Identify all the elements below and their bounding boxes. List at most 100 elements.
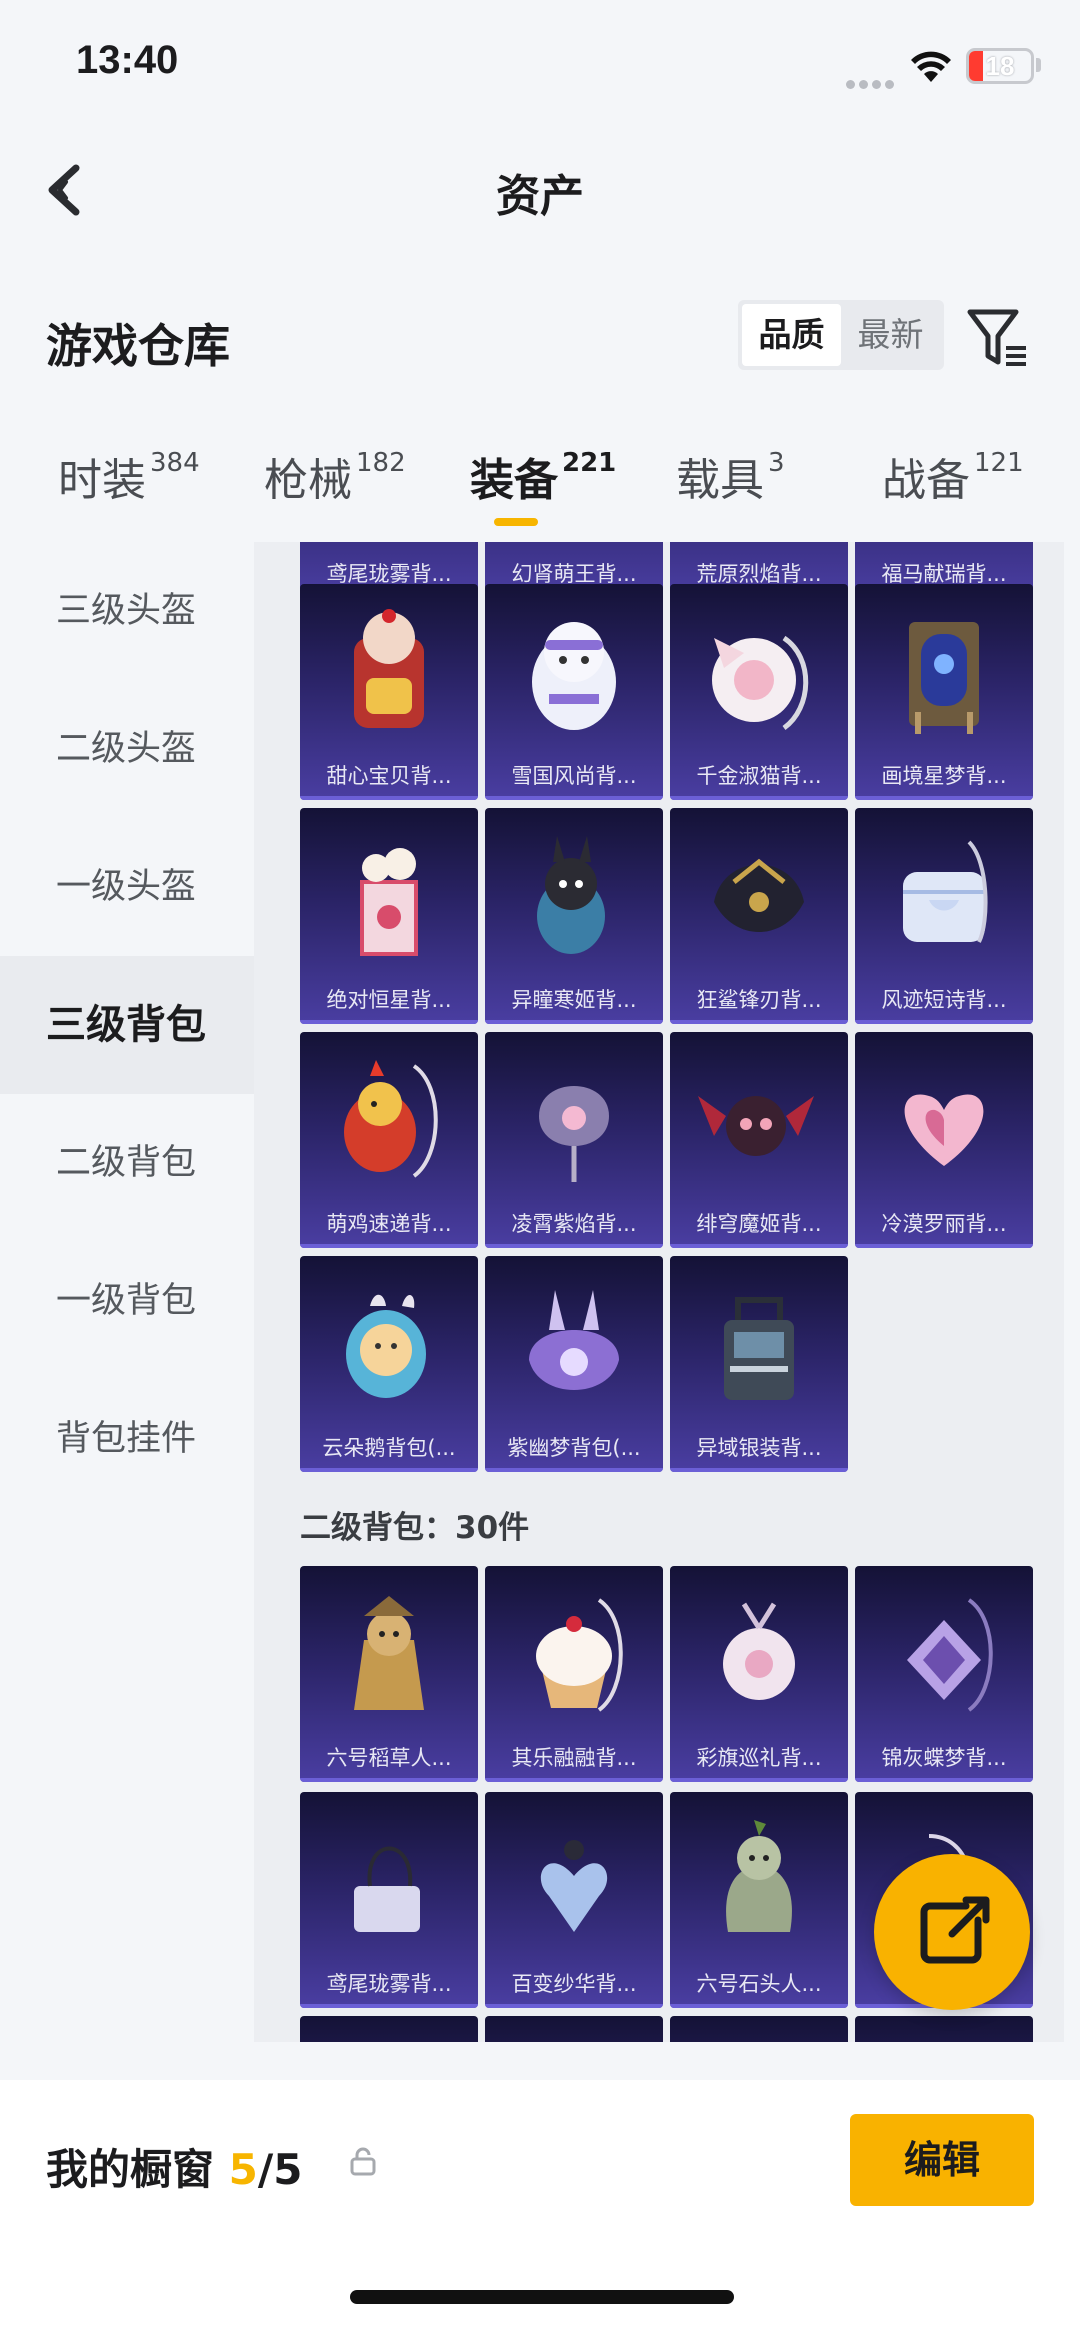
tab-label: 战备 [882, 455, 970, 506]
item-card[interactable]: 千金淑猫背... [670, 584, 848, 800]
item-card[interactable]: 异瞳寒姬背... [485, 808, 663, 1024]
item-card[interactable]: 云朵鹅背包(... [300, 1256, 478, 1472]
item-card[interactable]: 凌霄紫焰背... [485, 1032, 663, 1248]
backpack-image [354, 1596, 424, 1710]
item-name: 百变纱华背... [511, 1972, 637, 1996]
item-card[interactable]: 异域银装背... [670, 1256, 848, 1472]
item-card[interactable]: 六号石头人... [670, 1792, 848, 2008]
item-name: 异瞳寒姬背... [511, 988, 637, 1012]
item-name: 萌鸡速递背... [326, 1212, 452, 1236]
warehouse-title: 游戏仓库 [46, 319, 230, 373]
item-card[interactable]: 绯穹魔姬背... [670, 1032, 848, 1248]
tab-count: 182 [356, 448, 406, 478]
item-name: 风迹短诗背... [881, 988, 1007, 1012]
signal-icon [846, 74, 906, 89]
active-tab-indicator [494, 518, 538, 526]
backpack-image [539, 1086, 609, 1182]
item-card[interactable] [300, 2016, 478, 2042]
backpack-image [537, 836, 605, 954]
item-card[interactable]: 绝对恒星背... [300, 808, 478, 1024]
page-title: 资产 [496, 171, 584, 222]
tab-count: 221 [562, 448, 617, 478]
backpack-image [529, 1290, 619, 1390]
sidebar-item-helmet-l3[interactable]: 三级头盔 [0, 542, 254, 680]
tab-count: 3 [768, 448, 785, 478]
item-card[interactable]: 甜心宝贝背... [300, 584, 478, 800]
backpack-image [698, 1096, 814, 1156]
item-card[interactable]: 风迹短诗背... [855, 808, 1033, 1024]
item-card[interactable]: 萌鸡速递背... [300, 1032, 478, 1248]
item-card[interactable]: 冷漠罗丽背... [855, 1032, 1033, 1248]
sidebar-item-backpack-l1[interactable]: 一级背包 [0, 1232, 254, 1370]
sidebar-item-backpack-l3[interactable]: 三级背包 [0, 956, 254, 1094]
backpack-image [540, 1840, 608, 1932]
item-card[interactable]: 其乐融融背... [485, 1566, 663, 1782]
item-name: 紫幽梦背包(... [507, 1436, 641, 1460]
section-label-level2: 二级背包：30件 [300, 1510, 530, 1546]
category-tabs: 时装 384 枪械 182 装备 221 载具 3 战备 121 [0, 430, 1080, 542]
item-name: 冷漠罗丽背... [881, 1212, 1007, 1236]
battery-icon: 18 [966, 48, 1034, 84]
sidebar-item-helmet-l1[interactable]: 一级头盔 [0, 818, 254, 956]
item-card[interactable]: 彩旗巡礼背... [670, 1566, 848, 1782]
backpack-image [346, 1294, 426, 1398]
item-card[interactable]: 狂鲨锋刃背... [670, 808, 848, 1024]
backpack-image [904, 1094, 984, 1166]
item-card[interactable] [485, 2016, 663, 2042]
item-card[interactable]: 六号稻草人... [300, 1566, 478, 1782]
nav-header: 资产 [0, 130, 1080, 250]
showcase-current: 5 [228, 2145, 258, 2194]
warehouse-header: 游戏仓库 品质 最新 [0, 280, 1080, 390]
share-icon [920, 1896, 990, 1964]
item-card[interactable] [855, 2016, 1033, 2042]
item-name: 绝对恒星背... [326, 988, 452, 1012]
tab-label: 装备 [470, 455, 558, 506]
tab-label: 时装 [58, 455, 146, 506]
sort-quality-option[interactable]: 品质 [742, 304, 841, 366]
item-card[interactable]: 锦灰蝶梦背... [855, 1566, 1033, 1782]
sidebar-item-helmet-l2[interactable]: 二级头盔 [0, 680, 254, 818]
edit-button[interactable]: 编辑 [850, 2114, 1034, 2206]
sidebar-item-backpack-l2[interactable]: 二级背包 [0, 1094, 254, 1232]
filter-icon[interactable] [966, 306, 1030, 370]
sidebar-item-backpack-charm[interactable]: 背包挂件 [0, 1370, 254, 1508]
battery-level: 18 [985, 51, 1015, 81]
item-name: 六号石头人... [696, 1972, 822, 1996]
sidebar: 三级头盔 二级头盔 一级头盔 三级背包 二级背包 一级背包 背包挂件 [0, 542, 254, 2042]
item-name: 鸢尾珑雾背... [326, 1972, 452, 1996]
item-card[interactable]: 雪国风尚背... [485, 584, 663, 800]
tab-vehicles[interactable]: 载具 3 [676, 444, 785, 508]
item-name: 狂鲨锋刃背... [696, 988, 822, 1012]
status-bar: 13:40 18 [0, 0, 1080, 130]
tab-fashion[interactable]: 时装 384 [58, 444, 200, 508]
share-button[interactable] [874, 1854, 1030, 2010]
backpack-image [907, 1598, 993, 1712]
item-card[interactable]: 紫幽梦背包(... [485, 1256, 663, 1472]
backpack-image [903, 840, 988, 943]
item-card[interactable]: 百变纱华背... [485, 1792, 663, 2008]
tab-equipment[interactable]: 装备 221 [470, 444, 616, 508]
backpack-image [714, 858, 804, 932]
item-name: 绯穹魔姬背... [696, 1212, 822, 1236]
tab-battle-prep[interactable]: 战备 121 [882, 444, 1024, 508]
sort-newest-option[interactable]: 最新 [841, 304, 940, 366]
item-card[interactable]: 画境星梦背... [855, 584, 1033, 800]
lock-icon [350, 2147, 376, 2176]
item-name: 凌霄紫焰背... [511, 1212, 637, 1236]
backpack-image [536, 1598, 623, 1712]
backpack-image [909, 622, 979, 734]
item-name: 六号稻草人... [326, 1746, 452, 1770]
backpack-image [532, 622, 616, 730]
tab-label: 枪械 [264, 455, 352, 506]
backpack-image [354, 1846, 420, 1932]
item-name: 雪国风尚背... [511, 764, 637, 788]
item-name: 彩旗巡礼背... [696, 1746, 822, 1770]
item-name: 锦灰蝶梦背... [881, 1746, 1007, 1770]
backpack-image [344, 1060, 438, 1178]
home-indicator [350, 2290, 734, 2304]
item-card[interactable]: 鸢尾珑雾背... [300, 1792, 478, 2008]
item-card[interactable] [670, 2016, 848, 2042]
item-name: 甜心宝贝背... [326, 764, 452, 788]
tab-firearms[interactable]: 枪械 182 [264, 444, 406, 508]
wifi-icon [911, 51, 951, 82]
